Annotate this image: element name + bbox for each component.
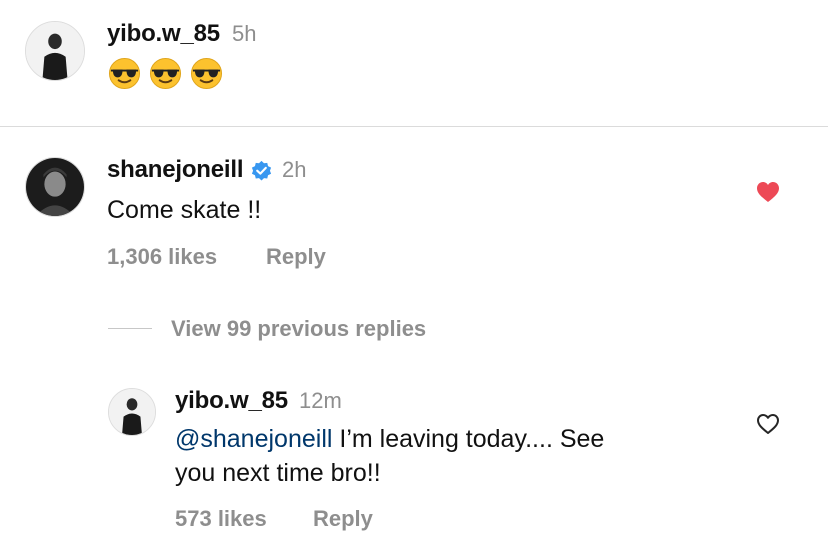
reply-reply-button[interactable]: Reply (313, 506, 373, 532)
comment-username[interactable]: shanejoneill (107, 156, 244, 184)
avatar-shanejoneill[interactable] (25, 157, 85, 217)
like-count[interactable]: 1,306 likes (107, 244, 217, 270)
profile-photo-icon (26, 22, 84, 80)
section-divider (0, 126, 828, 127)
comment-text: Come skate !! (107, 196, 262, 224)
like-button[interactable] (756, 181, 780, 203)
reply-button[interactable]: Reply (266, 244, 326, 270)
replies-line (108, 328, 152, 329)
mention-link[interactable]: @shanejoneill (175, 425, 332, 453)
reply-like-count[interactable]: 573 likes (175, 506, 267, 532)
sunglasses-emoji-icon (190, 57, 223, 90)
comment-username[interactable]: yibo.w_85 (107, 20, 220, 48)
profile-photo-icon (109, 389, 155, 435)
sunglasses-emoji-icon (149, 57, 182, 90)
emoji-row (108, 57, 223, 90)
reply-like-button[interactable] (756, 413, 780, 435)
avatar-yibo[interactable] (25, 21, 85, 81)
verified-badge-icon (251, 160, 272, 181)
view-previous-replies-button[interactable]: View 99 previous replies (171, 316, 426, 342)
heart-filled-icon (757, 182, 779, 202)
avatar-yibo-reply[interactable] (108, 388, 156, 436)
reply-text: I’m leaving today.... See (332, 425, 605, 453)
sunglasses-emoji-icon (108, 57, 141, 90)
reply-username[interactable]: yibo.w_85 (175, 387, 288, 415)
reply-text-line-2: you next time bro!! (175, 459, 381, 487)
comment-timestamp: 2h (282, 157, 307, 182)
reply-text-line-1: @shanejoneill I’m leaving today.... See (175, 422, 604, 456)
profile-photo-icon (26, 158, 84, 216)
comment-timestamp: 5h (232, 21, 257, 46)
reply-timestamp: 12m (299, 388, 342, 413)
heart-outline-icon (757, 414, 779, 434)
